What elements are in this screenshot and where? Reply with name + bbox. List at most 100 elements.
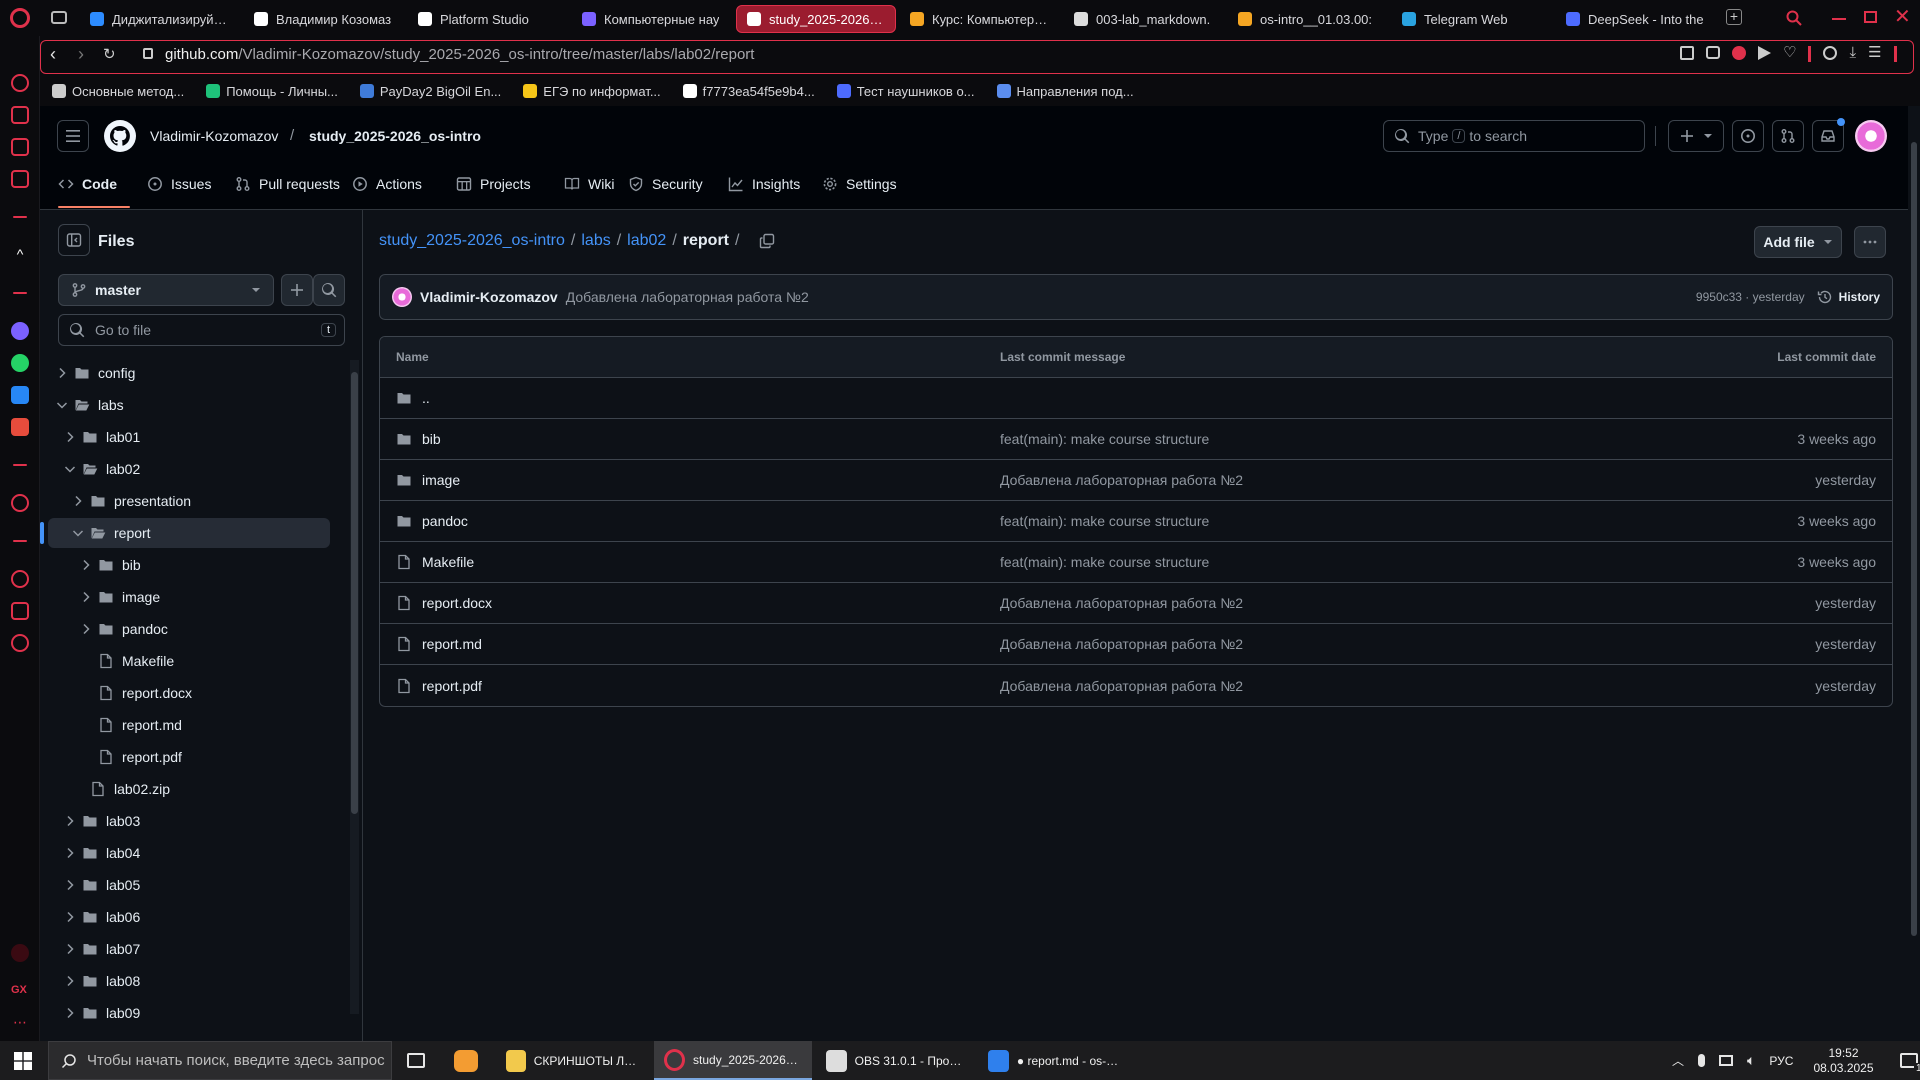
whatsapp-icon[interactable] xyxy=(11,354,29,372)
menu-icon[interactable]: ☰ xyxy=(1868,45,1881,62)
expand-toggle[interactable] xyxy=(62,461,78,477)
table-row[interactable]: report.pdf Добавлена лабораторная работа … xyxy=(380,665,1892,706)
bookmark-item[interactable]: Направления под... xyxy=(996,84,1134,99)
expand-toggle[interactable] xyxy=(62,429,78,445)
task-view-icon[interactable] xyxy=(407,1053,425,1068)
player-icon[interactable] xyxy=(11,494,29,512)
table-row[interactable]: image Добавлена лабораторная работа №2 yes… xyxy=(380,460,1892,501)
wallet-icon[interactable] xyxy=(11,138,29,156)
search-input[interactable]: Type / to search xyxy=(1383,120,1645,152)
commit-author[interactable]: Vladimir-Kozomazov xyxy=(420,289,558,305)
history-icon[interactable] xyxy=(11,570,29,588)
extensions-icon[interactable] xyxy=(11,602,29,620)
camera-icon[interactable] xyxy=(1706,46,1720,59)
expand-toggle[interactable] xyxy=(62,845,78,861)
bookmark-item[interactable]: Тест наушников о... xyxy=(836,84,975,99)
tree-scrollbar-thumb[interactable] xyxy=(351,372,358,814)
expand-toggle[interactable] xyxy=(54,397,70,413)
gx-mail-icon[interactable] xyxy=(11,170,29,188)
browser-tab[interactable]: 003-lab_markdown. xyxy=(1064,5,1224,33)
expand-toggle[interactable] xyxy=(78,589,94,605)
file-tree-item[interactable]: pandoc xyxy=(78,614,324,644)
file-tree-item[interactable]: lab01 xyxy=(62,422,324,452)
show-hidden-icons-icon[interactable]: ︿ xyxy=(1672,1052,1684,1069)
bookmark-item[interactable]: Основные метод... xyxy=(52,84,184,99)
language-indicator[interactable]: РУС xyxy=(1769,1054,1793,1068)
pinned-app-icon[interactable] xyxy=(454,1050,478,1072)
browser-tab[interactable]: Platform Studio xyxy=(408,5,568,33)
workspaces-icon[interactable] xyxy=(11,106,29,124)
close-window-button[interactable]: ✕ xyxy=(1894,4,1911,29)
avatar[interactable] xyxy=(1855,120,1887,152)
branch-select[interactable]: master xyxy=(58,274,274,306)
add-file-dropdown-button[interactable]: Add file xyxy=(1754,226,1842,258)
reload-button[interactable]: ↻ xyxy=(103,45,116,63)
windows-start-icon[interactable] xyxy=(14,1052,32,1070)
file-tree-item[interactable]: report.md xyxy=(78,710,324,740)
commit-message-link[interactable]: feat(main): make course structure xyxy=(1000,513,1209,529)
file-tree-item[interactable]: labs xyxy=(54,390,324,420)
create-new-button[interactable] xyxy=(1668,120,1724,152)
file-link[interactable]: report.docx xyxy=(396,595,492,611)
file-tree-item[interactable]: lab04 xyxy=(62,838,324,868)
bookmark-item[interactable]: f7773ea54f5e9b4... xyxy=(682,84,815,99)
history-button[interactable]: History xyxy=(1817,289,1880,305)
breadcrumb-lab02[interactable]: lab02 xyxy=(627,232,666,250)
back-button[interactable]: ‹ xyxy=(50,44,56,65)
file-tree-item[interactable]: lab02 xyxy=(62,454,324,484)
search-files-button[interactable] xyxy=(313,274,345,306)
table-row[interactable]: Makefile feat(main): make course structur… xyxy=(380,542,1892,583)
tab-code[interactable]: Code xyxy=(50,168,125,200)
more-icon[interactable]: ⋯ xyxy=(11,1014,29,1032)
file-tree-item[interactable]: report.docx xyxy=(78,678,324,708)
notifications-button[interactable]: 1 xyxy=(1899,1053,1920,1074)
taskbar-search-input[interactable]: Чтобы начать поиск, введите здесь запрос xyxy=(48,1041,392,1080)
tab-actions[interactable]: Actions xyxy=(344,168,430,200)
commit-message-link[interactable]: Добавлена лабораторная работа №2 xyxy=(1000,595,1243,611)
messenger-icon[interactable] xyxy=(11,322,29,340)
global-menu-button[interactable] xyxy=(57,120,89,152)
commit-author-avatar[interactable] xyxy=(392,287,412,307)
bookmark-item[interactable]: Помощь - Личны... xyxy=(206,84,338,99)
commit-message-link[interactable]: Добавлена лабораторная работа №2 xyxy=(1000,472,1243,488)
expand-toggle[interactable] xyxy=(62,941,78,957)
breadcrumb-labs[interactable]: labs xyxy=(581,232,610,250)
expand-toggle[interactable] xyxy=(62,813,78,829)
table-row[interactable]: bib feat(main): make course structure 3 we… xyxy=(380,419,1892,460)
commit-message[interactable]: Добавлена лабораторная работа №2 xyxy=(566,289,809,305)
file-tree-item[interactable]: config xyxy=(54,358,324,388)
taskbar-app[interactable]: ● report.md - os-in... xyxy=(978,1041,1130,1080)
more-options-button[interactable] xyxy=(1854,226,1886,258)
search-tabs-icon[interactable] xyxy=(1786,10,1802,26)
file-tree-item[interactable]: image xyxy=(78,582,324,612)
expand-toggle[interactable] xyxy=(54,365,70,381)
page-scrollbar[interactable] xyxy=(1908,106,1920,1041)
pull-requests-button[interactable] xyxy=(1772,120,1804,152)
file-tree-item[interactable]: lab02.zip xyxy=(70,774,324,804)
file-tree-item[interactable]: lab08 xyxy=(62,966,324,996)
expand-toggle[interactable] xyxy=(62,909,78,925)
taskbar-app[interactable]: OBS 31.0.1 - Проф... xyxy=(816,1041,972,1080)
expand-toggle[interactable] xyxy=(62,877,78,893)
adblock-icon[interactable] xyxy=(1732,46,1746,60)
commit-message-link[interactable]: feat(main): make course structure xyxy=(1000,554,1209,570)
microphone-icon[interactable] xyxy=(1698,1054,1706,1067)
browser-tab[interactable]: Telegram Web xyxy=(1392,5,1552,33)
file-tree-item[interactable]: bib xyxy=(78,550,324,580)
file-link[interactable]: report.md xyxy=(396,636,482,652)
file-tree-item[interactable]: lab03 xyxy=(62,806,324,836)
file-link[interactable]: Makefile xyxy=(396,554,474,570)
arc-icon[interactable]: ^ xyxy=(11,246,29,264)
share-icon[interactable] xyxy=(1680,46,1694,60)
tree-scrollbar[interactable] xyxy=(350,360,359,1014)
browser-tab[interactable]: Курс: Компьютерны xyxy=(900,5,1060,33)
tab-pull-requests[interactable]: Pull requests xyxy=(227,168,348,200)
forward-button[interactable]: › xyxy=(78,44,84,65)
file-tree-item[interactable]: lab07 xyxy=(62,934,324,964)
volume-icon[interactable]: 🔈︎ xyxy=(1747,1052,1755,1069)
download-icon[interactable]: ⤓ xyxy=(1849,45,1856,62)
file-tree-item[interactable]: report.pdf xyxy=(78,742,324,772)
parent-directory-link[interactable]: .. xyxy=(396,390,430,406)
heart-icon[interactable]: ♡ xyxy=(1783,45,1796,62)
file-tree-item[interactable]: presentation xyxy=(70,486,324,516)
